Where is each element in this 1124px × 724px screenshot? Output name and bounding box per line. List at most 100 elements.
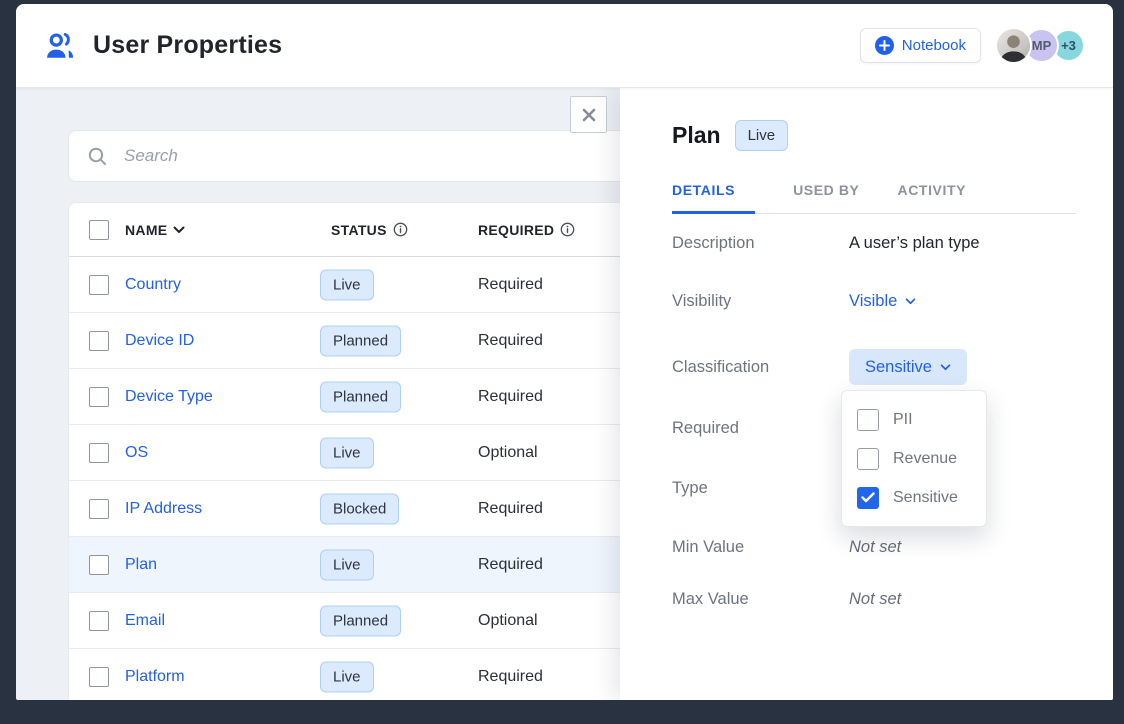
detail-title: Plan xyxy=(672,122,721,149)
table-row[interactable]: Country Live Required xyxy=(69,257,629,313)
app-window: User Properties Notebook MP +3 xyxy=(16,4,1113,700)
field-value: A user’s plan type xyxy=(849,234,980,253)
status-badge: Planned xyxy=(320,605,401,636)
field-classification: Classification Sensitive xyxy=(672,349,1077,385)
search-input[interactable] xyxy=(124,146,611,166)
properties-table: NAME STATUS REQUIRED xyxy=(68,202,630,700)
table-row-selected[interactable]: Plan Live Required xyxy=(69,537,629,593)
column-header-status[interactable]: STATUS xyxy=(331,222,408,238)
option-label: Sensitive xyxy=(893,489,958,507)
required-value: Required xyxy=(478,332,543,350)
property-link[interactable]: Platform xyxy=(125,668,185,686)
required-value: Optional xyxy=(478,444,538,462)
column-header-status-label: STATUS xyxy=(331,222,387,238)
row-checkbox[interactable] xyxy=(89,555,109,575)
field-value: Not set xyxy=(849,538,901,557)
classification-dropdown-trigger[interactable]: Sensitive xyxy=(849,349,967,385)
notebook-button[interactable]: Notebook xyxy=(860,28,981,63)
search-bar[interactable] xyxy=(68,130,630,182)
plus-icon xyxy=(875,36,894,55)
field-label: Description xyxy=(672,234,849,253)
field-label: Min Value xyxy=(672,538,849,557)
column-header-required[interactable]: REQUIRED xyxy=(478,222,575,238)
classification-dropdown-menu: PII Revenue Sensitive xyxy=(841,390,987,527)
field-label: Type xyxy=(672,479,849,498)
field-label: Max Value xyxy=(672,590,849,609)
field-visibility: Visibility Visible xyxy=(672,283,1077,319)
app-header: User Properties Notebook MP +3 xyxy=(16,4,1113,88)
checkbox-checked[interactable] xyxy=(857,487,879,509)
required-value: Required xyxy=(478,668,543,686)
column-header-name[interactable]: NAME xyxy=(125,222,185,238)
status-badge: Live xyxy=(320,269,374,300)
required-value: Required xyxy=(478,500,543,518)
users-icon xyxy=(44,31,76,61)
chevron-down-icon xyxy=(940,364,951,371)
required-value: Required xyxy=(478,388,543,406)
notebook-button-label: Notebook xyxy=(902,37,966,54)
status-badge: Planned xyxy=(320,325,401,356)
status-badge: Planned xyxy=(320,381,401,412)
field-label: Classification xyxy=(672,358,849,377)
checkbox-unchecked[interactable] xyxy=(857,409,879,431)
visibility-dropdown[interactable]: Visible xyxy=(849,292,916,311)
dropdown-option-pii[interactable]: PII xyxy=(857,400,971,439)
page-title: User Properties xyxy=(93,31,282,60)
tab-used-by[interactable]: USED BY xyxy=(793,182,859,213)
visibility-value: Visible xyxy=(849,292,897,311)
property-link[interactable]: Device Type xyxy=(125,388,213,406)
property-link[interactable]: Plan xyxy=(125,556,157,574)
chevron-down-icon xyxy=(905,298,916,305)
table-row[interactable]: Device ID Planned Required xyxy=(69,313,629,369)
info-icon xyxy=(560,222,575,237)
close-icon xyxy=(581,107,597,123)
avatar-group: MP +3 xyxy=(995,27,1085,64)
field-value: Not set xyxy=(849,590,901,609)
check-icon xyxy=(861,492,875,503)
status-badge: Live xyxy=(320,661,374,692)
row-checkbox[interactable] xyxy=(89,667,109,687)
field-description: Description A user’s plan type xyxy=(672,225,1077,261)
avatar-photo[interactable] xyxy=(995,27,1032,64)
required-value: Required xyxy=(478,556,543,574)
row-checkbox[interactable] xyxy=(89,331,109,351)
row-checkbox[interactable] xyxy=(89,611,109,631)
required-value: Required xyxy=(478,276,543,294)
table-row[interactable]: Email Planned Optional xyxy=(69,593,629,649)
table-row[interactable]: Platform Live Required xyxy=(69,649,629,700)
field-max-value: Max Value Not set xyxy=(672,581,1077,617)
property-link[interactable]: OS xyxy=(125,444,148,462)
column-header-required-label: REQUIRED xyxy=(478,222,554,238)
field-label: Required xyxy=(672,419,849,438)
detail-tabs: DETAILS USED BY ACTIVITY xyxy=(672,182,1076,214)
select-all-checkbox[interactable] xyxy=(89,220,109,240)
row-checkbox[interactable] xyxy=(89,275,109,295)
table-header-row: NAME STATUS REQUIRED xyxy=(69,203,629,257)
info-icon xyxy=(393,222,408,237)
row-checkbox[interactable] xyxy=(89,499,109,519)
table-row[interactable]: OS Live Optional xyxy=(69,425,629,481)
table-row[interactable]: IP Address Blocked Required xyxy=(69,481,629,537)
detail-status-badge: Live xyxy=(735,120,789,151)
option-label: Revenue xyxy=(893,450,957,468)
tab-activity[interactable]: ACTIVITY xyxy=(898,182,967,213)
property-link[interactable]: Country xyxy=(125,276,181,294)
row-checkbox[interactable] xyxy=(89,443,109,463)
status-badge: Live xyxy=(320,549,374,580)
checkbox-unchecked[interactable] xyxy=(857,448,879,470)
option-label: PII xyxy=(893,411,913,429)
property-link[interactable]: Email xyxy=(125,612,165,630)
close-button[interactable] xyxy=(570,96,607,133)
property-link[interactable]: Device ID xyxy=(125,332,194,350)
search-icon xyxy=(87,146,108,167)
field-label: Visibility xyxy=(672,292,849,311)
row-checkbox[interactable] xyxy=(89,387,109,407)
dropdown-option-sensitive[interactable]: Sensitive xyxy=(857,478,971,517)
detail-panel: Plan Live DETAILS USED BY ACTIVITY Descr… xyxy=(620,88,1113,700)
required-value: Optional xyxy=(478,612,538,630)
property-link[interactable]: IP Address xyxy=(125,500,202,518)
classification-value: Sensitive xyxy=(865,358,932,377)
dropdown-option-revenue[interactable]: Revenue xyxy=(857,439,971,478)
table-row[interactable]: Device Type Planned Required xyxy=(69,369,629,425)
tab-details[interactable]: DETAILS xyxy=(672,182,755,214)
